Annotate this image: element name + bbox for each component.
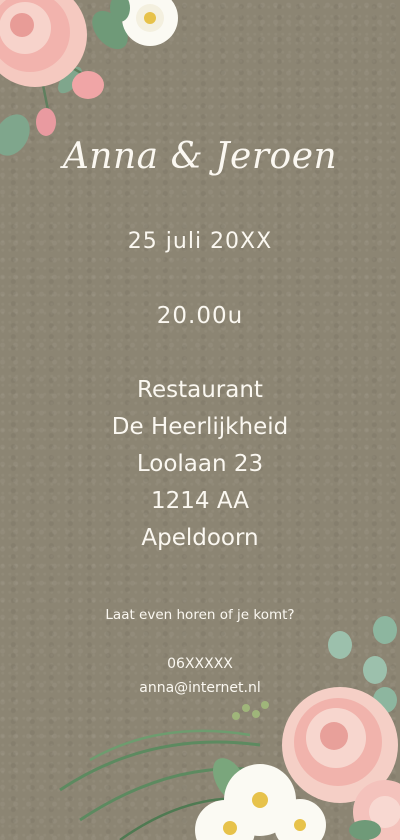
postcode: 1214 AA	[151, 488, 249, 514]
invitation-card: Anna & Jeroen 25 juli 20XX 20.00u Restau…	[0, 0, 400, 840]
event-time: 20.00u	[156, 303, 244, 329]
phone-number: 06XXXXX	[167, 656, 233, 672]
rsvp-prompt: Laat even horen of je komt?	[105, 607, 295, 623]
city: Apeldoorn	[141, 525, 259, 551]
contact-info: 06XXXXX anna@internet.nl	[0, 652, 400, 700]
couple-names: Anna & Jeroen	[62, 136, 338, 177]
event-date: 25 juli 20XX	[127, 229, 273, 254]
venue-name-line1: Restaurant	[137, 377, 263, 403]
venue-name-line2: De Heerlijkheid	[111, 414, 289, 440]
venue-address: Restaurant De Heerlijkheid Loolaan 23 12…	[0, 372, 400, 557]
bottom-right-bouquet-icon	[59, 616, 400, 840]
email-address: anna@internet.nl	[139, 680, 261, 696]
street-address: Loolaan 23	[136, 451, 264, 477]
